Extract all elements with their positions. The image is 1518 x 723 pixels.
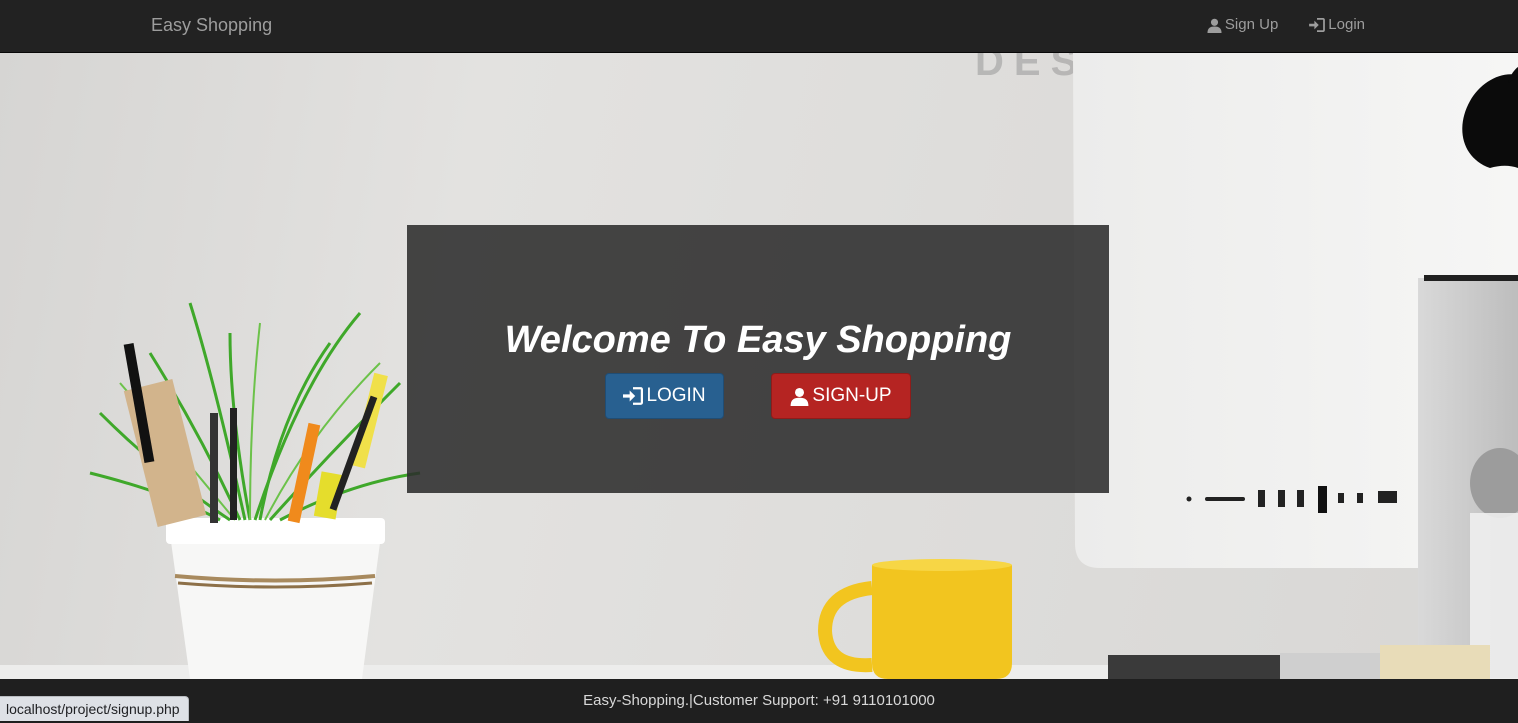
signup-button[interactable]: SIGN-UP bbox=[771, 373, 911, 419]
signup-button-label: SIGN-UP bbox=[812, 385, 892, 406]
nav-signup-link[interactable]: Sign Up bbox=[1207, 16, 1278, 34]
nav-login-label: Login bbox=[1328, 16, 1365, 33]
nav-links: Sign Up Login bbox=[1207, 16, 1365, 34]
welcome-title: Welcome To Easy Shopping bbox=[504, 319, 1012, 361]
user-icon bbox=[1207, 18, 1222, 33]
log-in-icon bbox=[1309, 18, 1326, 32]
status-bar-url: localhost/project/signup.php bbox=[0, 696, 189, 721]
nav-login-link[interactable]: Login bbox=[1309, 16, 1365, 34]
hero-background: DES Welcome To Easy Shopping LOGIN SIGN-… bbox=[0, 53, 1518, 679]
user-icon bbox=[791, 387, 809, 406]
svg-text:DES: DES bbox=[975, 53, 1087, 84]
brand-link[interactable]: Easy Shopping bbox=[151, 14, 272, 36]
nav-signup-label: Sign Up bbox=[1224, 16, 1279, 33]
footer: Easy-Shopping.|Customer Support: +91 911… bbox=[0, 679, 1518, 723]
login-button-label: LOGIN bbox=[646, 385, 706, 406]
log-in-icon bbox=[623, 387, 644, 405]
login-button[interactable]: LOGIN bbox=[605, 373, 724, 419]
welcome-panel: Welcome To Easy Shopping LOGIN SIGN-UP bbox=[407, 225, 1109, 493]
top-navbar: Easy Shopping Sign Up Login bbox=[0, 0, 1518, 53]
footer-text: Easy-Shopping.|Customer Support: +91 911… bbox=[583, 692, 935, 709]
